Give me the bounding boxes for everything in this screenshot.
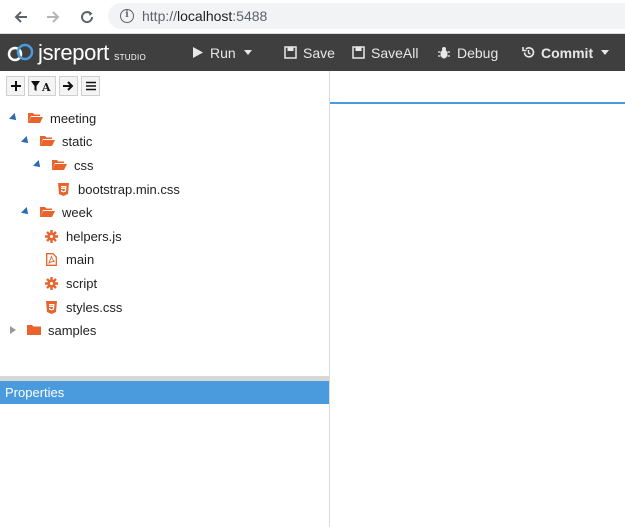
logo-subtext: STUDIO	[113, 52, 146, 62]
arrow-right-icon	[63, 81, 74, 91]
forward-arrow-icon[interactable]	[42, 6, 64, 28]
browser-bar: i http://localhost:5488	[0, 0, 625, 34]
save-icon	[284, 46, 297, 59]
tree-item-main[interactable]: main	[44, 248, 94, 270]
reload-icon[interactable]	[76, 6, 98, 28]
save-button[interactable]: Save	[284, 34, 335, 71]
url-text[interactable]: http://localhost:5488	[142, 8, 267, 24]
commit-dropdown-caret-icon[interactable]	[601, 50, 610, 55]
tree-item-static[interactable]: static	[21, 130, 92, 152]
tree-item-bootstrap-css[interactable]: bootstrap.min.css	[56, 178, 180, 200]
pdf-file-icon	[44, 252, 59, 266]
cog-icon	[44, 229, 59, 243]
svg-text:A: A	[41, 81, 51, 92]
expand-toggle-icon[interactable]	[21, 136, 31, 146]
run-dropdown-caret-icon[interactable]	[243, 50, 252, 55]
folder-open-icon	[40, 135, 55, 148]
hamburger-icon	[85, 81, 96, 91]
folder-open-icon	[52, 159, 67, 172]
address-bar[interactable]: i http://localhost:5488	[108, 3, 625, 29]
logo-mark-icon	[7, 43, 34, 62]
tree-item-helpers-js[interactable]: helpers.js	[44, 225, 122, 247]
folder-icon	[26, 324, 41, 337]
filter-text-icon: A	[31, 81, 51, 92]
filter-button[interactable]: A	[28, 76, 56, 96]
folder-open-icon	[40, 206, 55, 219]
css3-icon	[44, 300, 59, 314]
info-icon[interactable]: i	[120, 9, 134, 23]
tree-item-script[interactable]: script	[44, 272, 97, 294]
properties-header[interactable]: Properties	[0, 381, 329, 404]
debug-button[interactable]: Debug	[437, 34, 498, 71]
entity-tree-pane: A meeting static css bootstrap.min.css w…	[0, 71, 329, 527]
save-all-icon	[352, 46, 365, 59]
tree-item-css[interactable]: css	[33, 154, 94, 176]
cog-icon	[44, 276, 59, 290]
back-arrow-icon[interactable]	[10, 6, 32, 28]
tree-toolbar: A	[6, 76, 103, 96]
expand-toggle-icon[interactable]	[21, 207, 31, 217]
jsreport-logo: jsreport STUDIO	[6, 39, 146, 67]
play-icon	[193, 47, 203, 58]
tree-item-week[interactable]: week	[21, 201, 92, 223]
bug-icon	[438, 46, 450, 58]
tree-item-meeting[interactable]: meeting	[9, 107, 96, 129]
history-icon	[522, 47, 535, 58]
collapse-toggle-icon[interactable]	[10, 326, 16, 334]
tree-item-styles-css[interactable]: styles.css	[44, 296, 122, 318]
expand-toggle-icon[interactable]	[9, 113, 19, 123]
editor-tab-strip	[330, 71, 625, 104]
logo-text: jsreport	[38, 40, 109, 65]
commit-button[interactable]: Commit	[522, 34, 610, 71]
add-entity-button[interactable]	[6, 76, 25, 96]
app-toolbar: jsreport STUDIO Run Save SaveAll Debug C…	[0, 34, 625, 71]
folder-open-icon	[28, 112, 43, 125]
css3-icon	[56, 182, 71, 196]
tree-item-samples[interactable]: samples	[10, 319, 96, 341]
menu-button[interactable]	[81, 76, 100, 96]
plus-icon	[10, 81, 21, 91]
save-all-button[interactable]: SaveAll	[352, 34, 418, 71]
navigate-button[interactable]	[59, 76, 78, 96]
run-button[interactable]: Run	[192, 34, 252, 71]
expand-toggle-icon[interactable]	[33, 160, 43, 170]
editor-pane	[330, 71, 625, 527]
